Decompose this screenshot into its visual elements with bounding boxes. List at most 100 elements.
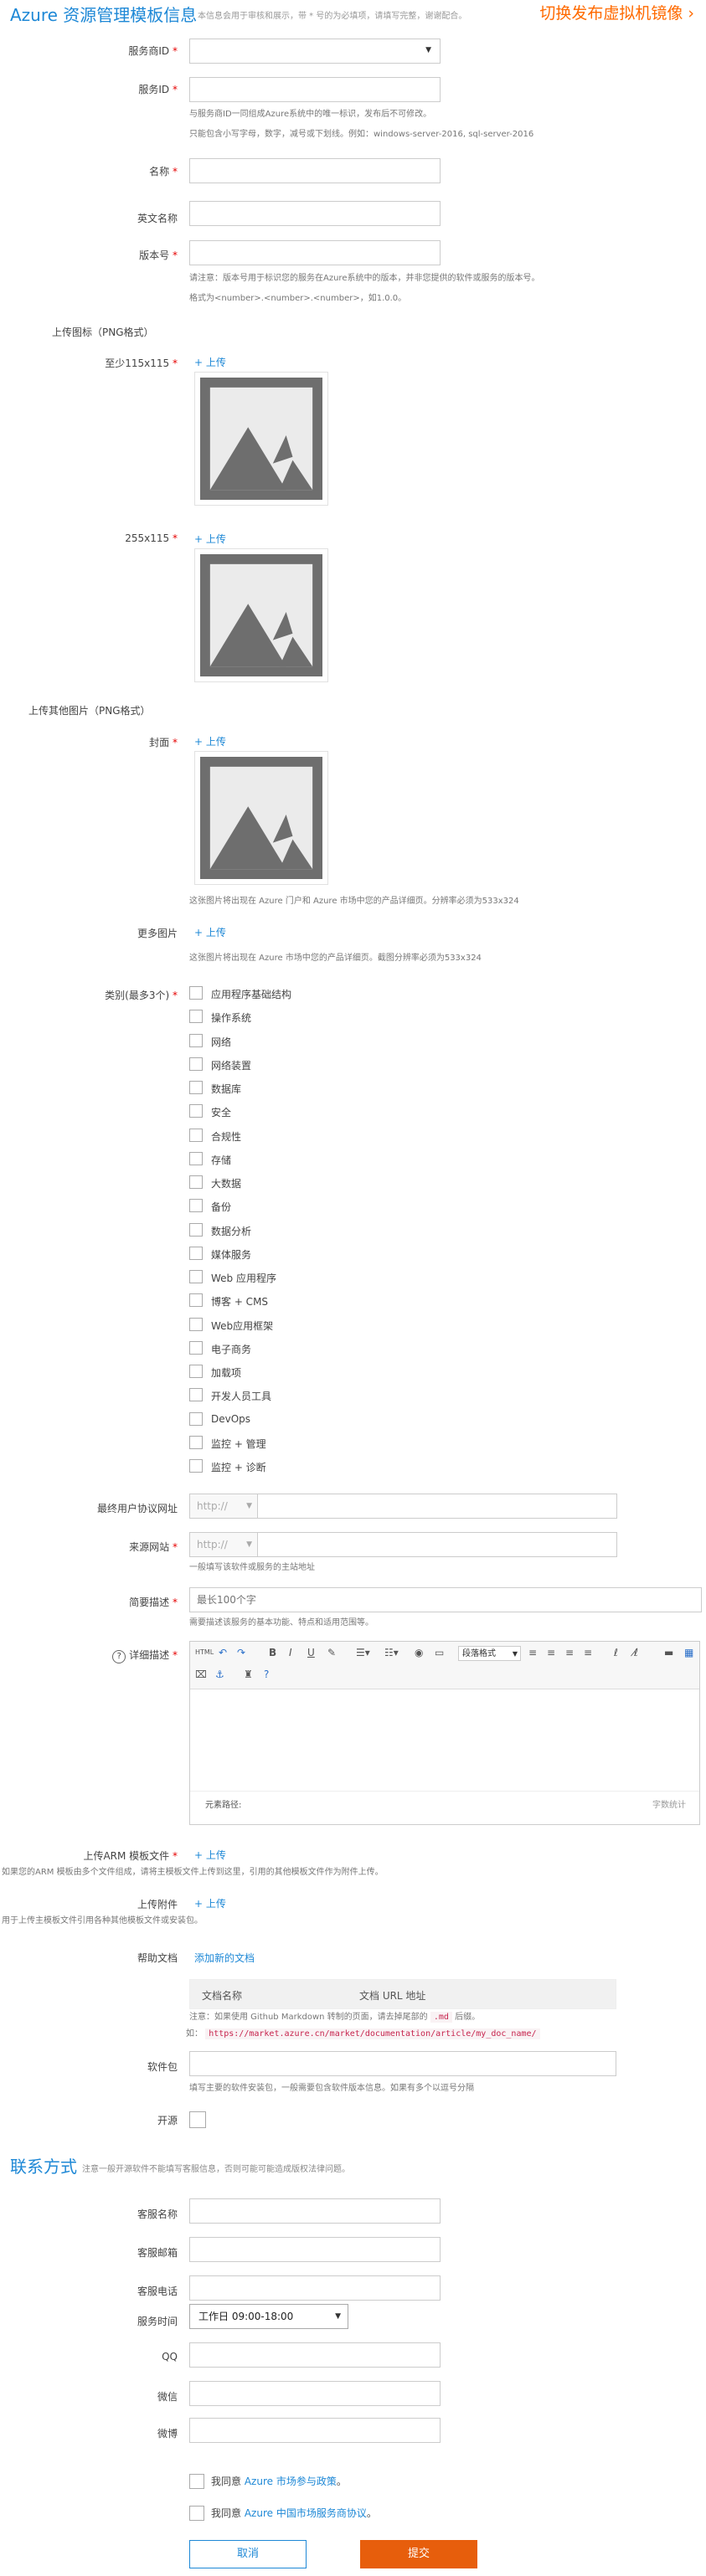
- category-checkbox[interactable]: [189, 1199, 203, 1212]
- html-source-icon[interactable]: HTML: [195, 1645, 214, 1660]
- category-checkbox[interactable]: [189, 1247, 203, 1260]
- category-checkbox[interactable]: [189, 1081, 203, 1094]
- attachment-upload-link[interactable]: + 上传: [194, 1896, 226, 1910]
- wechat-input[interactable]: [189, 2381, 441, 2406]
- service-time-select[interactable]: 工作日 09:00-18:00 ▼: [189, 2304, 348, 2329]
- arm-file-upload-link[interactable]: + 上传: [194, 1848, 226, 1862]
- category-checkbox[interactable]: [189, 1459, 203, 1473]
- publisher-agreement-link[interactable]: Azure 中国市场服务商协议: [245, 2507, 367, 2519]
- open-source-label: 开源: [157, 2115, 178, 2126]
- support-name-input[interactable]: [189, 2198, 441, 2224]
- name-label: 名称 *: [149, 166, 178, 177]
- cover-label: 封面 *: [149, 737, 178, 748]
- align-right-icon[interactable]: ≡: [565, 1645, 574, 1660]
- col-doc-url: 文档 URL 地址: [359, 1990, 426, 2002]
- category-checkbox[interactable]: [189, 1318, 203, 1331]
- undo-icon[interactable]: ↶: [219, 1645, 227, 1660]
- cover-upload-link[interactable]: + 上传: [194, 734, 226, 748]
- category-checkbox[interactable]: [189, 1104, 203, 1118]
- english-name-input[interactable]: [189, 201, 441, 226]
- category-checkbox[interactable]: [189, 1412, 203, 1426]
- open-source-checkbox[interactable]: [189, 2111, 206, 2128]
- support-phone-input[interactable]: [189, 2275, 441, 2301]
- category-checkbox[interactable]: [189, 1388, 203, 1401]
- help-docs-example: 如： https://market.azure.cn/market/docume…: [186, 2026, 540, 2043]
- other-images-section-title: 上传其他图片（PNG格式）: [28, 705, 151, 717]
- category-checkbox[interactable]: [189, 986, 203, 1000]
- chevron-down-icon: ▼: [246, 1540, 252, 1549]
- market-policy-link[interactable]: Azure 市场参与政策: [245, 2476, 337, 2487]
- publisher-id-select[interactable]: ▼: [189, 39, 441, 64]
- website-protocol-select[interactable]: http://▼: [189, 1532, 258, 1557]
- unordered-list-icon[interactable]: ☷▾: [384, 1645, 399, 1660]
- bold-icon[interactable]: B: [269, 1645, 276, 1660]
- attachment-label: 上传附件: [137, 1899, 178, 1910]
- icon-wide-placeholder-image: [194, 548, 328, 682]
- name-input[interactable]: [189, 158, 441, 183]
- category-checkbox[interactable]: [189, 1270, 203, 1283]
- category-checkbox[interactable]: [189, 1293, 203, 1307]
- align-center-icon[interactable]: ≡: [547, 1645, 555, 1660]
- icon-wide-upload-link[interactable]: + 上传: [194, 532, 226, 546]
- category-checkbox[interactable]: [189, 1341, 203, 1355]
- category-checkbox[interactable]: [189, 1152, 203, 1165]
- anchor-icon[interactable]: ⚓: [215, 1667, 224, 1682]
- icon-small-upload-link[interactable]: + 上传: [194, 355, 226, 369]
- file-icon[interactable]: ▭: [435, 1645, 444, 1660]
- category-checkbox[interactable]: [189, 1034, 203, 1047]
- table-icon[interactable]: ▦: [684, 1645, 693, 1660]
- search-replace-icon[interactable]: ♜: [244, 1667, 253, 1682]
- link-icon[interactable]: ℓ: [614, 1645, 618, 1660]
- package-input[interactable]: [189, 2051, 616, 2076]
- submit-button[interactable]: 提交: [360, 2540, 477, 2568]
- underline-icon[interactable]: U: [307, 1645, 315, 1660]
- eula-protocol-select[interactable]: http://▼: [189, 1494, 258, 1519]
- category-checkbox[interactable]: [189, 1365, 203, 1378]
- version-help-1: 请注意：版本号用于标识您的服务在Azure系统中的版本，并非您提供的软件或服务的…: [189, 274, 540, 283]
- rich-text-editor[interactable]: HTML ↶ ↷ B I U ✎ ☰▾ ☷▾ ◉ ▭ 段落格式 ▼ ≡ ≡ ≡ ≡…: [189, 1641, 700, 1825]
- agree-agreement-checkbox[interactable]: [189, 2506, 204, 2521]
- image-icon[interactable]: ◉: [415, 1645, 423, 1660]
- qq-input[interactable]: [189, 2342, 441, 2368]
- clear-format-icon[interactable]: ⌧: [195, 1667, 207, 1682]
- attachment-help: 用于上传主模板文件引用各种其他模板文件或安装包。: [2, 1916, 203, 1926]
- short-desc-label: 简要描述 *: [129, 1597, 178, 1608]
- category-checkbox[interactable]: [189, 1223, 203, 1237]
- redo-icon[interactable]: ↷: [237, 1645, 245, 1660]
- unlink-icon[interactable]: ℓ̸: [634, 1645, 638, 1660]
- category-checkbox[interactable]: [189, 1129, 203, 1142]
- help-circle-icon[interactable]: ?: [112, 1650, 126, 1663]
- switch-to-vm-image-link[interactable]: 切换发布虚拟机镜像 ›: [539, 1, 694, 23]
- category-label: 应用程序基础结构: [211, 989, 292, 1000]
- more-images-upload-link[interactable]: + 上传: [194, 925, 226, 939]
- category-label: Web 应用程序: [211, 1273, 276, 1284]
- cancel-button[interactable]: 取消: [189, 2540, 307, 2568]
- category-checkbox[interactable]: [189, 1057, 203, 1071]
- paragraph-format-select[interactable]: 段落格式 ▼: [458, 1646, 521, 1661]
- website-label: 来源网站 *: [129, 1541, 178, 1553]
- category-label: 安全: [211, 1107, 232, 1118]
- format-painter-icon[interactable]: ✎: [327, 1645, 336, 1660]
- italic-icon[interactable]: I: [289, 1645, 292, 1660]
- align-left-icon[interactable]: ≡: [528, 1645, 537, 1660]
- agree-policy-checkbox[interactable]: [189, 2474, 204, 2489]
- eula-url-input[interactable]: [257, 1494, 617, 1519]
- horizontal-rule-icon[interactable]: ▬: [664, 1645, 673, 1660]
- short-desc-input[interactable]: [189, 1587, 702, 1612]
- weibo-input[interactable]: [189, 2418, 441, 2443]
- ordered-list-icon[interactable]: ☰▾: [356, 1645, 370, 1660]
- weibo-label: 微博: [157, 2428, 178, 2440]
- contact-subtitle: 注意一般开源软件不能填写客服信息，否则可能可能造成版权法律问题。: [82, 2165, 350, 2174]
- version-input[interactable]: [189, 240, 441, 265]
- support-name-label: 客服名称: [137, 2208, 178, 2220]
- service-id-input[interactable]: [189, 77, 441, 102]
- website-url-input[interactable]: [257, 1532, 617, 1557]
- support-email-input[interactable]: [189, 2237, 441, 2262]
- package-help: 填写主要的软件安装包，一般需要包含软件版本信息。如果有多个以逗号分隔: [189, 2084, 474, 2093]
- add-help-doc-link[interactable]: 添加新的文档: [194, 1951, 255, 1965]
- help-icon[interactable]: ?: [264, 1667, 269, 1682]
- align-justify-icon[interactable]: ≡: [584, 1645, 592, 1660]
- category-checkbox[interactable]: [189, 1010, 203, 1023]
- category-checkbox[interactable]: [189, 1175, 203, 1189]
- category-checkbox[interactable]: [189, 1436, 203, 1449]
